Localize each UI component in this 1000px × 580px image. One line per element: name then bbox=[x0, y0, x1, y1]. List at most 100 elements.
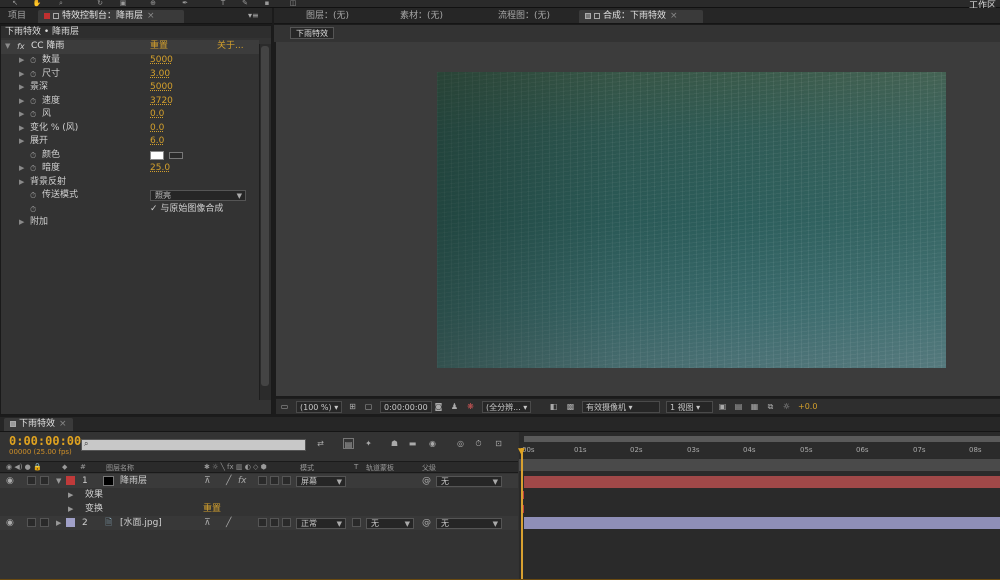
3d-layer-switch[interactable] bbox=[282, 476, 291, 485]
eye-icon[interactable]: ◉ bbox=[6, 474, 14, 488]
current-time-display[interactable]: 0:00:00:00 bbox=[380, 401, 432, 413]
stopwatch-icon[interactable]: ⏱ bbox=[30, 68, 36, 82]
tab-layer[interactable]: 图层：(无) bbox=[300, 10, 355, 23]
lock-icon[interactable] bbox=[53, 12, 59, 19]
composite-checkbox[interactable]: ✓ 与原始图像合成 bbox=[150, 203, 223, 217]
tab-effect-controls[interactable]: 特效控制台：降雨层 × bbox=[38, 10, 184, 23]
timeline-current-time[interactable]: 0:00:00:00 bbox=[9, 434, 81, 448]
param-value[interactable]: 5000 bbox=[150, 54, 173, 68]
trkmat-header[interactable]: 轨道蒙板 bbox=[366, 463, 394, 473]
about-link[interactable]: 关于... bbox=[217, 40, 244, 54]
param-value[interactable]: 0.0 bbox=[150, 108, 164, 122]
close-icon[interactable]: × bbox=[670, 11, 678, 21]
layer-1-effects-group[interactable]: ▶ 效果 bbox=[0, 488, 518, 502]
shy-switch-icon[interactable]: ⊼ bbox=[204, 474, 211, 488]
snapshot-icon[interactable]: ◙ bbox=[433, 401, 444, 412]
resolution-dropdown[interactable]: (全分辨... ▾ bbox=[482, 401, 532, 413]
shy-switch-icon[interactable]: ⊼ bbox=[204, 516, 211, 530]
timeline-icon[interactable]: ▦ bbox=[749, 401, 760, 412]
mode-header[interactable]: 模式 bbox=[300, 463, 314, 473]
live-update-icon[interactable]: ▤ bbox=[343, 438, 354, 449]
current-time-indicator[interactable] bbox=[521, 448, 523, 580]
expand-triangle-icon[interactable]: ▶ bbox=[19, 122, 24, 136]
expand-triangle-icon[interactable]: ▶ bbox=[68, 488, 73, 502]
param-value[interactable]: 5000 bbox=[150, 81, 173, 95]
pan-behind-tool-icon[interactable]: ⊕ bbox=[148, 0, 158, 7]
lock-icon[interactable] bbox=[594, 12, 600, 19]
selection-tool-icon[interactable]: ↖ bbox=[10, 0, 20, 7]
shy-layers-icon[interactable]: ☗ bbox=[389, 438, 400, 449]
pen-tool-icon[interactable]: ✒ bbox=[180, 0, 190, 7]
transform-reset-link[interactable]: 重置 bbox=[203, 502, 221, 516]
expand-triangle-icon[interactable]: ▶ bbox=[19, 135, 24, 149]
stopwatch-icon[interactable]: ⏱ bbox=[30, 108, 36, 122]
param-value[interactable]: 3720 bbox=[150, 95, 173, 109]
tab-timeline-comp[interactable]: 下雨特效 × bbox=[4, 418, 73, 431]
reset-exposure-icon[interactable]: ☼ bbox=[781, 401, 792, 412]
graph-editor-icon[interactable]: ◎ bbox=[455, 438, 466, 449]
motion-blur-switch[interactable] bbox=[270, 518, 279, 527]
time-ruler[interactable]: 00s 01s 02s 03s 04s 05s 06s 07s 08s bbox=[519, 442, 1000, 458]
quality-switch-icon[interactable]: ╱ bbox=[226, 474, 231, 488]
stopwatch-icon[interactable]: ⏱ bbox=[30, 95, 36, 109]
close-icon[interactable]: × bbox=[147, 11, 155, 21]
layer-search-input[interactable]: ⌕ bbox=[81, 439, 306, 451]
always-preview-icon[interactable]: ▭ bbox=[279, 401, 290, 412]
stopwatch-icon[interactable]: ⏱ bbox=[30, 189, 36, 203]
layer-1-transform-group[interactable]: ▶ 变换 重置 bbox=[0, 502, 518, 516]
transfer-mode-dropdown[interactable]: 照亮 ▼ bbox=[150, 190, 246, 201]
rotate-tool-icon[interactable]: ↻ bbox=[95, 0, 105, 7]
frame-blend-switch[interactable] bbox=[258, 476, 267, 485]
lock-toggle[interactable] bbox=[40, 518, 49, 527]
exposure-value[interactable]: +0.0 bbox=[798, 402, 817, 411]
expand-triangle-icon[interactable]: ▶ bbox=[19, 95, 24, 109]
effects-switch-icon[interactable]: fx bbox=[238, 474, 247, 488]
stopwatch-icon[interactable]: ⏱ bbox=[30, 149, 36, 163]
layer-row-1[interactable]: ◉ ▼ 1 降雨层 ⊼ ╱ fx 屏幕 ▼ @ 无 ▼ bbox=[0, 474, 518, 488]
quality-switch-icon[interactable]: ╱ bbox=[226, 516, 231, 530]
frame-blending-icon[interactable]: ▬ bbox=[407, 438, 418, 449]
stopwatch-icon[interactable]: ⏱ bbox=[30, 162, 36, 176]
expand-triangle-icon[interactable]: ▶ bbox=[19, 216, 24, 230]
show-snapshot-icon[interactable]: ♟ bbox=[449, 401, 460, 412]
color-swatch[interactable] bbox=[150, 150, 164, 160]
blend-mode-dropdown[interactable]: 正常 ▼ bbox=[296, 518, 346, 529]
grid-icon[interactable]: ⊞ bbox=[347, 401, 358, 412]
parent-dropdown[interactable]: 无 ▼ bbox=[436, 476, 502, 487]
toggle-pixel-aspect-icon[interactable]: ▣ bbox=[717, 401, 728, 412]
collapse-triangle-icon[interactable]: ▼ bbox=[56, 474, 61, 488]
eyedropper-icon[interactable] bbox=[169, 151, 183, 159]
collapse-triangle-icon[interactable]: ▼ bbox=[5, 40, 10, 54]
close-icon[interactable]: × bbox=[59, 419, 67, 429]
camera-dropdown[interactable]: 有效摄像机 ▾ bbox=[582, 401, 660, 413]
panel-menu-icon[interactable]: ▾≡ bbox=[248, 11, 259, 20]
solo-toggle[interactable] bbox=[27, 518, 36, 527]
stopwatch-icon[interactable]: ⏱ bbox=[30, 54, 36, 68]
transparency-grid-icon[interactable]: ▩ bbox=[565, 401, 576, 412]
stopwatch-icon[interactable]: ⏱ bbox=[30, 203, 36, 217]
flowchart-icon[interactable]: ⧉ bbox=[765, 401, 776, 412]
3d-layer-switch[interactable] bbox=[282, 518, 291, 527]
magnification-dropdown[interactable]: (100 %) ▾ bbox=[296, 401, 343, 413]
preserve-transparency-switch[interactable] bbox=[352, 518, 361, 527]
layer-row-2[interactable]: ◉ ▶ 2 🗎 [水面.jpg] ⊼ ╱ 正常 ▼ 无 ▼ @ 无 ▼ bbox=[0, 516, 518, 530]
pick-whip-icon[interactable]: @ bbox=[422, 516, 431, 530]
expand-triangle-icon[interactable]: ▶ bbox=[68, 502, 73, 516]
layer-2-duration-bar[interactable] bbox=[524, 517, 1000, 529]
layer-1-duration-bar[interactable] bbox=[524, 476, 1000, 488]
expand-triangle-icon[interactable]: ▶ bbox=[19, 108, 24, 122]
label-color-swatch[interactable] bbox=[66, 518, 75, 527]
pick-whip-icon[interactable]: @ bbox=[422, 474, 431, 488]
frame-blend-switch[interactable] bbox=[258, 518, 267, 527]
param-value[interactable]: 3.00 bbox=[150, 68, 170, 82]
tab-composition[interactable]: 合成：下雨特效 × bbox=[579, 10, 703, 23]
expand-triangle-icon[interactable]: ▶ bbox=[56, 516, 61, 530]
param-value[interactable]: 0.0 bbox=[150, 122, 164, 136]
expand-triangle-icon[interactable]: ▶ bbox=[19, 68, 24, 82]
channel-icon[interactable]: ❋ bbox=[465, 401, 476, 412]
parent-header[interactable]: 父级 bbox=[422, 463, 436, 473]
blend-mode-dropdown[interactable]: 屏幕 ▼ bbox=[296, 476, 346, 487]
solo-toggle[interactable] bbox=[27, 476, 36, 485]
fx-toggle-icon[interactable]: fx bbox=[17, 40, 25, 54]
text-tool-icon[interactable]: T bbox=[218, 0, 228, 7]
